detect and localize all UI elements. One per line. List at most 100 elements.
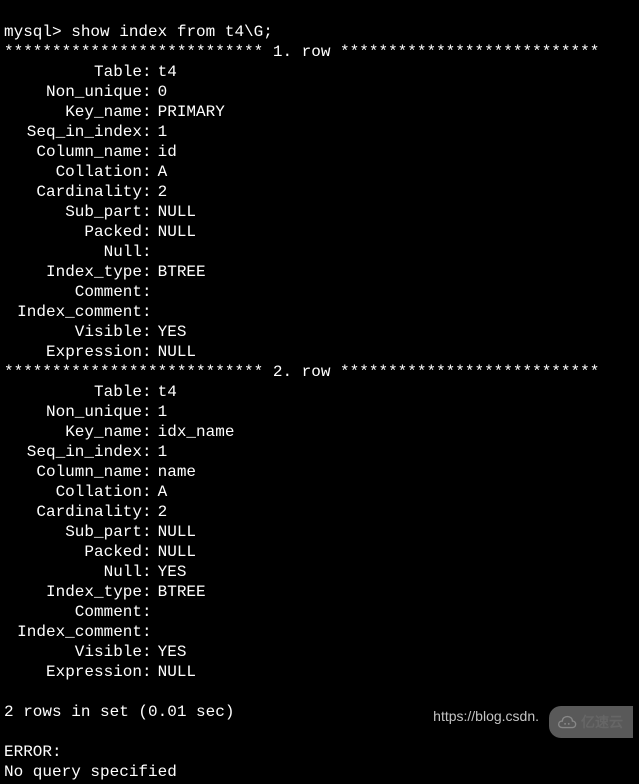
field-colon: : <box>142 522 152 542</box>
field-value: NULL <box>152 542 196 562</box>
field-colon: : <box>142 562 152 582</box>
terminal-output: mysql> show index from t4\G; ***********… <box>0 0 639 784</box>
field-line: Index_comment: <box>4 622 635 642</box>
field-line: Sub_part:NULL <box>4 202 635 222</box>
field-colon: : <box>142 62 152 82</box>
field-line: Seq_in_index:1 <box>4 442 635 462</box>
field-value: 1 <box>152 442 168 462</box>
error-label: ERROR: <box>4 743 62 761</box>
row-separator: *************************** 1. row *****… <box>4 43 599 61</box>
field-line: Cardinality:2 <box>4 502 635 522</box>
field-colon: : <box>142 502 152 522</box>
field-colon: : <box>142 142 152 162</box>
field-key: Visible <box>4 642 142 662</box>
field-key: Seq_in_index <box>4 442 142 462</box>
field-colon: : <box>142 622 152 642</box>
mysql-prompt: mysql> <box>4 23 71 41</box>
field-line: Expression:NULL <box>4 662 635 682</box>
field-line: Column_name:id <box>4 142 635 162</box>
field-key: Table <box>4 382 142 402</box>
field-value: 2 <box>152 502 168 522</box>
field-value: YES <box>152 562 187 582</box>
error-message: No query specified <box>4 763 177 781</box>
field-colon: : <box>142 442 152 462</box>
field-value: A <box>152 162 168 182</box>
field-key: Column_name <box>4 142 142 162</box>
field-colon: : <box>142 262 152 282</box>
field-value: YES <box>152 322 187 342</box>
field-value: BTREE <box>152 582 206 602</box>
field-key: Sub_part <box>4 202 142 222</box>
field-line: Null:YES <box>4 562 635 582</box>
field-line: Key_name:idx_name <box>4 422 635 442</box>
field-key: Null <box>4 562 142 582</box>
field-line: Collation:A <box>4 162 635 182</box>
field-key: Table <box>4 62 142 82</box>
field-line: Index_comment: <box>4 302 635 322</box>
field-colon: : <box>142 642 152 662</box>
field-colon: : <box>142 122 152 142</box>
field-colon: : <box>142 462 152 482</box>
field-key: Comment <box>4 602 142 622</box>
field-value: A <box>152 482 168 502</box>
field-colon: : <box>142 602 152 622</box>
field-value: BTREE <box>152 262 206 282</box>
field-line: Non_unique:1 <box>4 402 635 422</box>
field-colon: : <box>142 302 152 322</box>
field-value: 1 <box>152 122 168 142</box>
field-key: Seq_in_index <box>4 122 142 142</box>
field-key: Visible <box>4 322 142 342</box>
field-line: Index_type:BTREE <box>4 262 635 282</box>
watermark-text: https://blog.csdn. <box>433 706 539 726</box>
field-key: Packed <box>4 222 142 242</box>
field-line: Null: <box>4 242 635 262</box>
field-value: name <box>152 462 196 482</box>
field-value: 1 <box>152 402 168 422</box>
field-colon: : <box>142 542 152 562</box>
field-value: 0 <box>152 82 168 102</box>
field-value: NULL <box>152 222 196 242</box>
field-colon: : <box>142 402 152 422</box>
field-colon: : <box>142 282 152 302</box>
summary-line: 2 rows in set (0.01 sec) <box>4 703 234 721</box>
field-colon: : <box>142 162 152 182</box>
field-line: Visible:YES <box>4 322 635 342</box>
field-key: Sub_part <box>4 522 142 542</box>
field-colon: : <box>142 242 152 262</box>
field-colon: : <box>142 102 152 122</box>
field-value: NULL <box>152 342 196 362</box>
row-separator: *************************** 2. row *****… <box>4 363 599 381</box>
field-key: Expression <box>4 662 142 682</box>
field-value: PRIMARY <box>152 102 225 122</box>
field-line: Visible:YES <box>4 642 635 662</box>
field-key: Non_unique <box>4 82 142 102</box>
field-key: Index_comment <box>4 622 142 642</box>
field-line: Table:t4 <box>4 62 635 82</box>
field-line: Expression:NULL <box>4 342 635 362</box>
field-line: Seq_in_index:1 <box>4 122 635 142</box>
field-key: Expression <box>4 342 142 362</box>
field-colon: : <box>142 222 152 242</box>
field-colon: : <box>142 662 152 682</box>
field-line: Comment: <box>4 282 635 302</box>
field-key: Cardinality <box>4 182 142 202</box>
field-line: Non_unique:0 <box>4 82 635 102</box>
field-colon: : <box>142 322 152 342</box>
field-colon: : <box>142 422 152 442</box>
field-line: Sub_part:NULL <box>4 522 635 542</box>
field-value: NULL <box>152 202 196 222</box>
field-value: YES <box>152 642 187 662</box>
field-line: Collation:A <box>4 482 635 502</box>
field-colon: : <box>142 482 152 502</box>
cloud-icon <box>555 714 577 730</box>
field-key: Key_name <box>4 102 142 122</box>
field-line: Packed:NULL <box>4 542 635 562</box>
field-key: Index_type <box>4 582 142 602</box>
field-key: Key_name <box>4 422 142 442</box>
field-key: Column_name <box>4 462 142 482</box>
field-colon: : <box>142 382 152 402</box>
field-line: Table:t4 <box>4 382 635 402</box>
field-colon: : <box>142 182 152 202</box>
field-colon: : <box>142 342 152 362</box>
field-value: idx_name <box>152 422 235 442</box>
